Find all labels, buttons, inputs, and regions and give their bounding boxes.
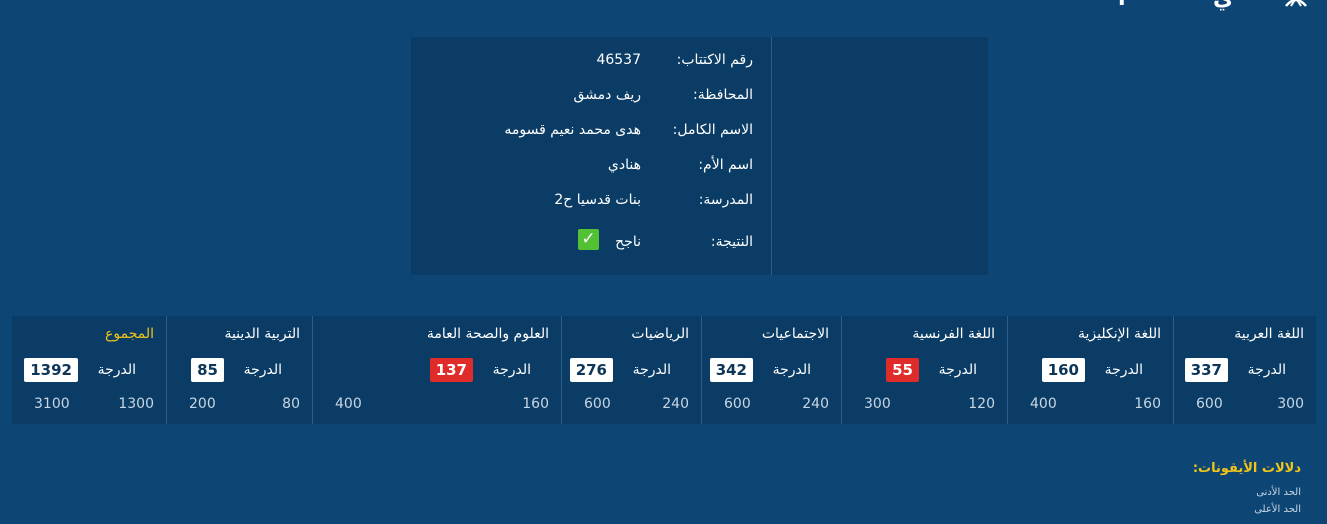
school-label: المدرسة: (698, 192, 753, 208)
max-grade: 400 (335, 396, 362, 412)
logo-icon[interactable] (1283, 0, 1309, 12)
grade-label: الدرجة (1104, 362, 1143, 378)
exam-number-value: 46537 (596, 52, 641, 68)
school-value: بنات قدسيا ح2 (554, 192, 641, 208)
check-icon: ✓ (578, 229, 599, 250)
grades-table: اللغة العربية الدرجة 337 300 600 اللغة الإنكل… (12, 316, 1316, 424)
subject-name: اللغة الإنكليزية (1078, 326, 1161, 342)
max-grade: 600 (1196, 396, 1223, 412)
subject-name: العلوم والصحة العامة (426, 326, 549, 342)
full-name-value: هدى محمد نعيم قسومه (504, 122, 641, 138)
header-glyph-b: ي (1213, 0, 1233, 10)
subject-column: اللغة الإنكليزية الدرجة 160 160 400 (1007, 316, 1173, 424)
score-badge: 85 (191, 358, 224, 382)
grade-label: الدرجة (97, 362, 136, 378)
subject-name: الاجتماعيات (761, 326, 829, 342)
score-badge: 276 (569, 358, 613, 382)
min-grade: 240 (802, 396, 829, 412)
subject-name: المجموع (105, 326, 154, 342)
max-grade: 400 (1030, 396, 1057, 412)
subject-column: اللغة الفرنسية الدرجة 55 120 300 (841, 316, 1007, 424)
subject-name: التربية الدينية (224, 326, 300, 342)
subject-name: اللغة العربية (1234, 326, 1304, 342)
score-badge: 342 (709, 358, 753, 382)
min-grade: 1300 (118, 396, 154, 412)
mother-name-value: هنادي (607, 157, 641, 173)
grade-label: الدرجة (243, 362, 282, 378)
grade-label: الدرجة (938, 362, 977, 378)
header-glyph-a: ا (1118, 0, 1126, 10)
min-grade: 300 (1277, 396, 1304, 412)
subject-column: العلوم والصحة العامة الدرجة 137 160 400 (312, 316, 561, 424)
grade-label: الدرجة (772, 362, 811, 378)
min-grade: 160 (1134, 396, 1161, 412)
subject-column: الاجتماعيات الدرجة 342 240 600 (701, 316, 841, 424)
mother-name-label: اسم الأم: (698, 157, 753, 173)
governorate-value: ريف دمشق (573, 87, 642, 103)
exam-number-label: رقم الاكتتاب: (676, 52, 753, 68)
min-grade: 120 (968, 396, 995, 412)
max-grade: 200 (189, 396, 216, 412)
score-badge: 137 (429, 358, 473, 382)
max-grade: 600 (724, 396, 751, 412)
grade-label: الدرجة (632, 362, 671, 378)
mother-name-row: اسم الأم: هنادي (411, 157, 771, 181)
subject-column: التربية الدينية الدرجة 85 80 200 (166, 316, 312, 424)
score-badge: 337 (1184, 358, 1228, 382)
card-divider (771, 37, 772, 275)
student-info-card: رقم الاكتتاب: 46537 المحافظة: ريف دمشق ا… (411, 37, 988, 275)
legend-title: دلالات الأيقونات: (1192, 461, 1301, 476)
grade-label: الدرجة (1247, 362, 1286, 378)
score-badge: 55 (886, 358, 919, 382)
max-grade: 3100 (34, 396, 70, 412)
subject-name: اللغة الفرنسية (912, 326, 995, 342)
legend-max-label: الحد الأعلى (1254, 504, 1301, 515)
max-grade: 600 (584, 396, 611, 412)
min-grade: 80 (282, 396, 300, 412)
score-badge: 160 (1041, 358, 1085, 382)
full-name-row: الاسم الكامل: هدى محمد نعيم قسومه (411, 122, 771, 146)
school-row: المدرسة: بنات قدسيا ح2 (411, 192, 771, 216)
min-grade: 160 (522, 396, 549, 412)
exam-number-row: رقم الاكتتاب: 46537 (411, 52, 771, 76)
result-label: النتيجة: (710, 234, 753, 250)
subject-name: الرياضيات (631, 326, 689, 342)
legend-min-label: الحد الأدنى (1256, 487, 1301, 498)
result-value: ناجح (615, 234, 641, 250)
subject-column: المجموع الدرجة 1392 1300 3100 (12, 316, 166, 424)
governorate-label: المحافظة: (693, 87, 753, 103)
min-grade: 240 (662, 396, 689, 412)
max-grade: 300 (864, 396, 891, 412)
score-badge: 1392 (24, 358, 78, 382)
governorate-row: المحافظة: ريف دمشق (411, 87, 771, 111)
top-bar: ا ي (0, 0, 1327, 14)
subject-column: الرياضيات الدرجة 276 240 600 (561, 316, 701, 424)
full-name-label: الاسم الكامل: (672, 122, 753, 138)
grade-label: الدرجة (492, 362, 531, 378)
subject-column: اللغة العربية الدرجة 337 300 600 (1173, 316, 1316, 424)
